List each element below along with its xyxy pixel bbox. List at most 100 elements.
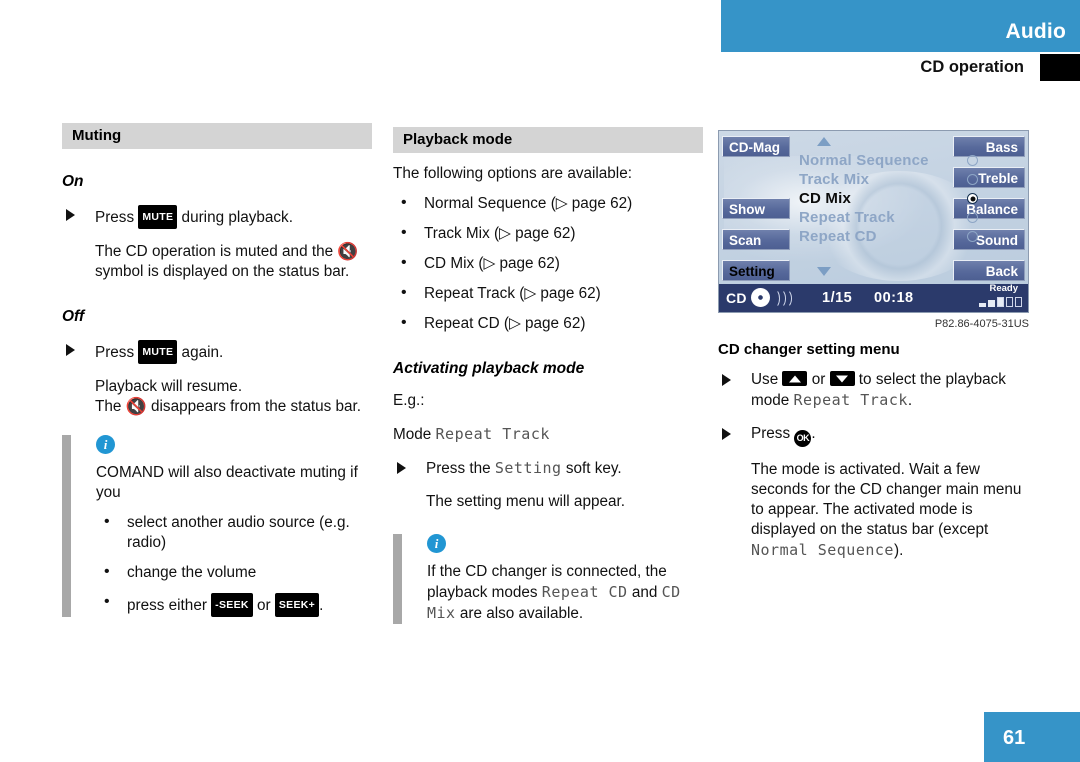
slot-icon [1015, 297, 1022, 307]
list-item-label: Track Mix [799, 171, 870, 188]
playback-mode-list: Normal Sequence Track Mix CD Mix Repeat … [799, 151, 978, 246]
list-item-track-mix[interactable]: Track Mix [799, 170, 978, 189]
list-item-repeat-track[interactable]: Repeat Track [799, 208, 978, 227]
arrow-down-key-icon [829, 371, 855, 386]
playback-intro-text: The following options are available: [393, 165, 632, 182]
radio-button-selected[interactable] [967, 193, 978, 204]
radio-button[interactable] [967, 174, 978, 185]
list-item: Repeat Track (▷ page 62) [393, 283, 703, 304]
result-mute-on: The CD operation is muted and the 🔇 symb… [62, 242, 372, 282]
result-text-a: The CD operation is muted and the [95, 243, 338, 260]
seek-minus-key-icon: -SEEK [211, 593, 253, 617]
status-elapsed-time: 00:18 [874, 290, 914, 306]
list-item: Repeat CD (▷ page 62) [393, 313, 703, 334]
list-item: CD Mix (▷ page 62) [393, 253, 703, 274]
triangle-down-icon[interactable] [817, 267, 831, 276]
header-section-title: Audio [1005, 20, 1066, 43]
step-text-post: during playback. [177, 209, 293, 226]
softkey-setting[interactable]: Setting [722, 260, 790, 281]
step-text-pre: Press [751, 425, 795, 442]
result-mute-off-line1: Playback will resume. [95, 378, 243, 395]
note-bullet-list: select another audio source (e.g. radio)… [96, 512, 372, 617]
step-press-ok: Press OK. [718, 424, 1038, 447]
step-use-arrows: Use or to select the playback mode Repea… [718, 370, 1038, 411]
setting-softkey-name: Setting [494, 459, 562, 477]
column-cd-changer: Use or to select the playback mode Repea… [718, 370, 1038, 561]
note-box-cd-changer: i If the CD changer is connected, the pl… [393, 534, 703, 624]
subheading-activating-playback-mode: Activating playback mode [393, 360, 585, 377]
softkey-cd-mag[interactable]: CD-Mag [722, 136, 790, 157]
slot-icon [988, 300, 995, 307]
section-heading-playback-mode: Playback mode [393, 127, 703, 153]
cd-disc-icon [751, 288, 770, 307]
radio-button[interactable] [967, 231, 978, 242]
softkey-back[interactable]: Back [953, 260, 1025, 281]
step-text-pre: Press [95, 344, 139, 361]
step-press-mute-on: Press MUTE during playback. [62, 205, 372, 229]
note-box-muting: i COMAND will also deactivate muting if … [62, 435, 372, 617]
softkey-scan[interactable]: Scan [722, 229, 790, 250]
step-text-mid: or [807, 371, 830, 388]
step-text-post: soft key. [561, 460, 622, 477]
step-text-pre: Press the [426, 460, 495, 477]
disc-wave-icon [779, 289, 792, 308]
softkey-show[interactable]: Show [722, 198, 790, 219]
list-item-normal-sequence[interactable]: Normal Sequence [799, 151, 978, 170]
result-text-a: The mode is activated. Wait a few second… [751, 461, 1022, 538]
seek-text-mid: or [252, 597, 275, 614]
list-item: select another audio source (e.g. radio) [96, 512, 372, 553]
slot-icon [997, 297, 1004, 307]
note-text-b: and [627, 584, 662, 601]
step-arrow-icon [722, 374, 731, 386]
mode-line: Mode Repeat Track [393, 424, 703, 445]
header-black-marker [1040, 54, 1080, 81]
result-text-a: The [95, 398, 126, 415]
ok-key-icon: OK [794, 430, 812, 447]
triangle-up-icon[interactable] [817, 137, 831, 146]
slot-icon [979, 303, 986, 307]
mute-key-icon: MUTE [138, 205, 178, 229]
result-text-b: disappears from the status bar. [146, 398, 362, 415]
radio-button[interactable] [967, 212, 978, 223]
figure-caption: CD changer setting menu [718, 341, 900, 358]
info-icon: i [96, 435, 115, 454]
step-result-mode-activated: The mode is activated. Wait a few second… [718, 460, 1038, 561]
list-item: change the volume [96, 562, 372, 583]
repeat-track-mode-name: Repeat Track [793, 391, 908, 409]
eg-text: E.g.: [393, 392, 425, 409]
step-arrow-icon [722, 428, 731, 440]
step-text-end: . [907, 392, 913, 409]
page-number: 61 [1003, 727, 1026, 749]
list-item-label: CD Mix [799, 190, 852, 207]
section-heading-muting: Muting [62, 123, 372, 149]
step-result-setting-menu: The setting menu will appear. [426, 493, 625, 510]
note-text-c: are also available. [455, 605, 584, 622]
step-press-mute-off: Press MUTE again. [62, 340, 372, 364]
subheading-on: On [62, 173, 84, 190]
note-side-bar [393, 534, 402, 624]
seek-text-post: . [319, 597, 324, 614]
status-track-number: 1/15 [822, 290, 853, 306]
subheading-off: Off [62, 308, 85, 325]
status-bar: CD 1/15 00:18 Ready [719, 283, 1028, 312]
result-mute-off-line2: The 🔇 disappears from the status bar. [62, 397, 372, 417]
step-press-setting-softkey: Press the Setting soft key. [393, 458, 703, 479]
result-text-b: symbol is displayed on the status bar. [95, 263, 350, 280]
list-item-repeat-cd[interactable]: Repeat CD [799, 227, 978, 246]
list-item-cd-mix[interactable]: CD Mix [799, 189, 978, 208]
step-text-post: again. [177, 344, 224, 361]
note-text-cd-changer: If the CD changer is connected, the play… [427, 562, 703, 624]
list-item-label: Normal Sequence [799, 152, 929, 169]
result-text-b: ). [893, 542, 904, 559]
cd-changer-setting-screen: CD-Mag Show Scan Setting Bass Treble Bal… [718, 130, 1029, 313]
repeat-cd-mode-name: Repeat CD [541, 583, 628, 601]
step-text-pre: Press [95, 209, 139, 226]
page-number-box [984, 712, 1080, 762]
radio-button[interactable] [967, 155, 978, 166]
magazine-slot-indicator [979, 297, 1022, 307]
list-item-label: Repeat Track [799, 209, 895, 226]
step-text-post: . [811, 425, 816, 442]
step-arrow-icon [397, 462, 406, 474]
step-arrow-icon [66, 344, 75, 356]
seek-plus-key-icon: SEEK+ [274, 593, 320, 617]
